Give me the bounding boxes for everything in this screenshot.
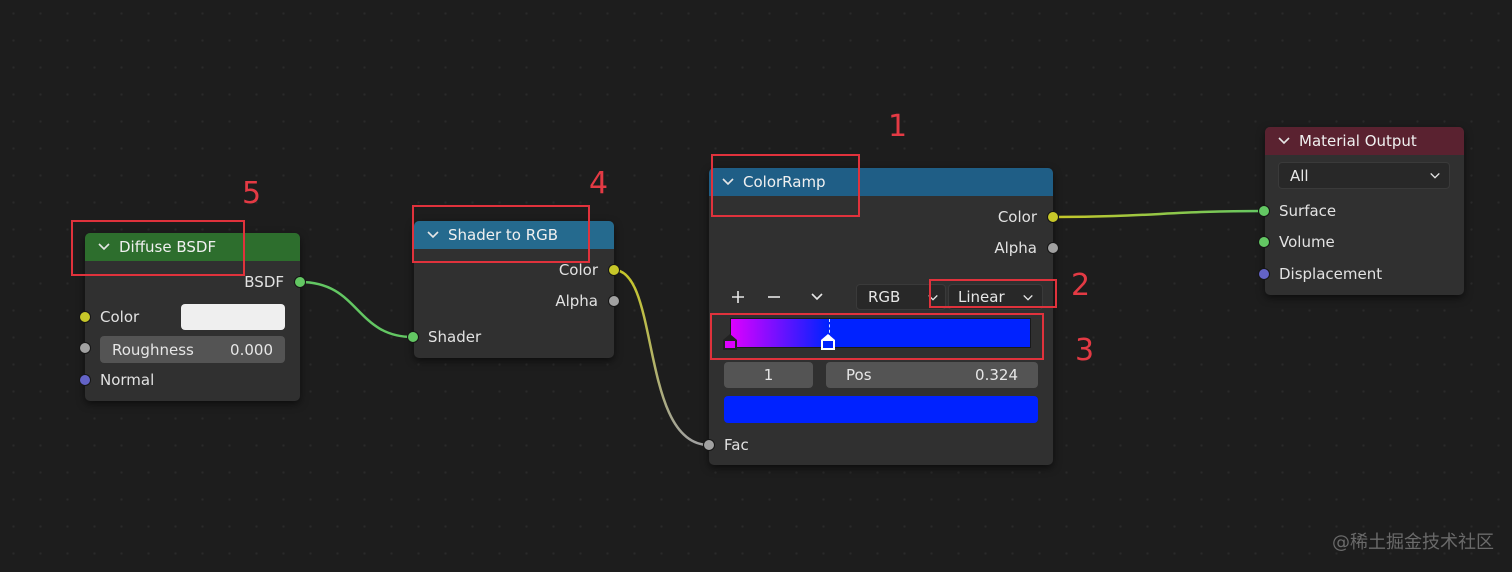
socket-surface-in[interactable]	[1258, 205, 1270, 217]
socket-shader-in[interactable]	[407, 331, 419, 343]
output-color-label: Color	[558, 261, 598, 279]
pos-label: Pos	[846, 366, 872, 384]
watermark: @稀土掘金技术社区	[1332, 532, 1494, 553]
chevron-down-icon[interactable]	[1277, 134, 1291, 148]
socket-fac-in[interactable]	[703, 439, 715, 451]
socket-color-in[interactable]	[79, 311, 91, 323]
active-stop-index: 1	[763, 366, 774, 384]
annotation-number-2: 2	[1071, 268, 1091, 303]
annotation-box-4	[412, 205, 590, 263]
socket-alpha-out[interactable]	[608, 295, 620, 307]
material-output-node[interactable]: Material Output All Surface Volume Displ…	[1265, 127, 1464, 295]
socket-roughness-in[interactable]	[79, 342, 91, 354]
output-alpha-label: Alpha	[994, 239, 1037, 257]
socket-color-out[interactable]	[608, 264, 620, 276]
add-stop-button[interactable]	[727, 286, 749, 308]
target-value: All	[1290, 166, 1309, 185]
chevron-down-icon	[811, 293, 823, 301]
input-normal-label: Normal	[100, 371, 155, 389]
socket-bsdf-out[interactable]	[294, 276, 306, 288]
link-color-to-fac	[613, 268, 710, 447]
ramp-menu-button[interactable]	[806, 286, 828, 308]
remove-stop-button[interactable]	[763, 286, 785, 308]
input-color-label: Color	[100, 308, 140, 326]
color-swatch[interactable]	[181, 304, 285, 330]
annotation-number-4: 4	[589, 166, 609, 201]
active-stop-index-field[interactable]: 1	[724, 362, 813, 388]
pos-value: 0.324	[975, 366, 1018, 384]
annotation-box-5	[71, 220, 245, 276]
annotation-number-3: 3	[1075, 333, 1095, 368]
link-color-to-surface	[1052, 209, 1265, 219]
input-displacement-label: Displacement	[1279, 265, 1383, 283]
annotation-box-1	[711, 154, 860, 217]
output-bsdf-label: BSDF	[244, 273, 284, 291]
roughness-label: Roughness	[112, 340, 194, 359]
stop-color-swatch[interactable]	[724, 396, 1038, 423]
material-output-header[interactable]: Material Output	[1265, 127, 1464, 155]
input-surface-label: Surface	[1279, 202, 1337, 220]
input-fac-label: Fac	[724, 436, 749, 454]
node-title: Material Output	[1299, 132, 1417, 150]
input-volume-label: Volume	[1279, 233, 1335, 251]
stop-position-field[interactable]: Pos 0.324	[826, 362, 1038, 388]
output-color-label: Color	[997, 208, 1037, 226]
link-bsdf-to-shader	[299, 280, 414, 339]
chevron-down-icon	[1430, 172, 1440, 179]
socket-volume-in[interactable]	[1258, 236, 1270, 248]
plus-icon	[732, 291, 744, 303]
minus-icon	[768, 296, 780, 298]
input-shader-label: Shader	[428, 328, 482, 346]
roughness-value: 0.000	[230, 340, 273, 359]
output-alpha-label: Alpha	[555, 292, 598, 310]
socket-ramp-alpha-out[interactable]	[1047, 242, 1059, 254]
socket-normal-in[interactable]	[79, 374, 91, 386]
annotation-number-1: 1	[888, 109, 908, 144]
target-dropdown[interactable]: All	[1278, 162, 1450, 189]
roughness-field[interactable]: Roughness 0.000	[100, 336, 285, 363]
annotation-box-3	[710, 313, 1044, 360]
socket-displacement-in[interactable]	[1258, 268, 1270, 280]
annotation-box-2	[929, 279, 1057, 308]
color-mode-value: RGB	[868, 288, 901, 306]
annotation-number-5: 5	[242, 176, 262, 211]
socket-ramp-color-out[interactable]	[1047, 211, 1059, 223]
